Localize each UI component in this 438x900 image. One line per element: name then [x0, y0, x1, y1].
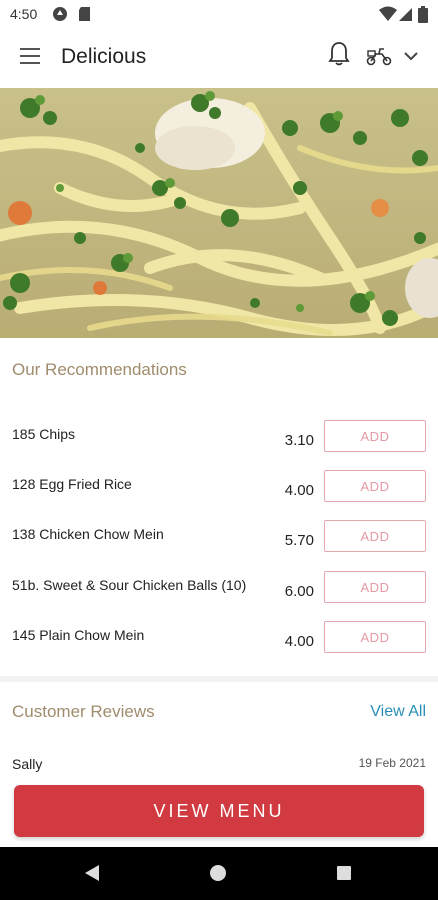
item-price: 4.00: [284, 633, 314, 650]
add-button[interactable]: ADD: [324, 420, 426, 452]
add-button[interactable]: ADD: [324, 470, 426, 502]
recommendations-title: Our Recommendations: [12, 360, 187, 379]
wifi-icon: [379, 6, 397, 21]
list-item: 138 Chicken Chow Mein 5.70 ADD: [0, 520, 438, 560]
item-price: 4.00: [284, 482, 314, 499]
item-name: 138 Chicken Chow Mein: [12, 526, 164, 542]
hero-image: [0, 88, 438, 338]
add-button[interactable]: ADD: [324, 621, 426, 653]
view-menu-button[interactable]: VIEW MENU: [14, 785, 424, 837]
soup-photo: [0, 88, 438, 338]
status-bar: 4:50: [0, 0, 438, 28]
menu-icon[interactable]: [20, 48, 40, 64]
item-price: 3.10: [284, 432, 314, 449]
status-time: 4:50: [10, 6, 38, 22]
item-name: 128 Egg Fried Rice: [12, 476, 132, 492]
item-name: 51b. Sweet & Sour Chicken Balls (10): [12, 577, 247, 593]
list-item: 145 Plain Chow Mein 4.00 ADD: [0, 621, 438, 661]
list-item: 185 Chips 3.10 ADD: [0, 420, 438, 460]
app-bar: Delicious: [0, 28, 438, 88]
battery-icon: [418, 6, 428, 23]
add-button[interactable]: ADD: [324, 520, 426, 552]
circle-app-icon: [53, 7, 67, 21]
view-all-link[interactable]: View All: [370, 703, 426, 721]
section-divider: [0, 676, 438, 682]
reviews-title: Customer Reviews: [12, 702, 155, 721]
app-title: Delicious: [61, 45, 147, 68]
add-button[interactable]: ADD: [324, 571, 426, 603]
signal-icon: [399, 8, 412, 21]
item-price: 5.70: [284, 532, 314, 549]
list-item: 128 Egg Fried Rice 4.00 ADD: [0, 470, 438, 510]
home-icon[interactable]: [210, 865, 226, 881]
system-nav-bar: [0, 847, 438, 900]
reviewer-name: Sally: [12, 756, 43, 772]
delivery-icon[interactable]: [366, 46, 392, 66]
chevron-down-icon[interactable]: [404, 51, 418, 61]
review-date: 19 Feb 2021: [358, 756, 426, 770]
bell-icon[interactable]: [328, 41, 350, 67]
item-name: 185 Chips: [12, 426, 76, 442]
list-item: 51b. Sweet & Sour Chicken Balls (10) 6.0…: [0, 571, 438, 611]
back-icon[interactable]: [84, 864, 100, 882]
item-price: 6.00: [284, 583, 314, 600]
sd-card-icon: [79, 7, 90, 21]
recents-icon[interactable]: [337, 866, 351, 880]
item-name: 145 Plain Chow Mein: [12, 627, 145, 643]
